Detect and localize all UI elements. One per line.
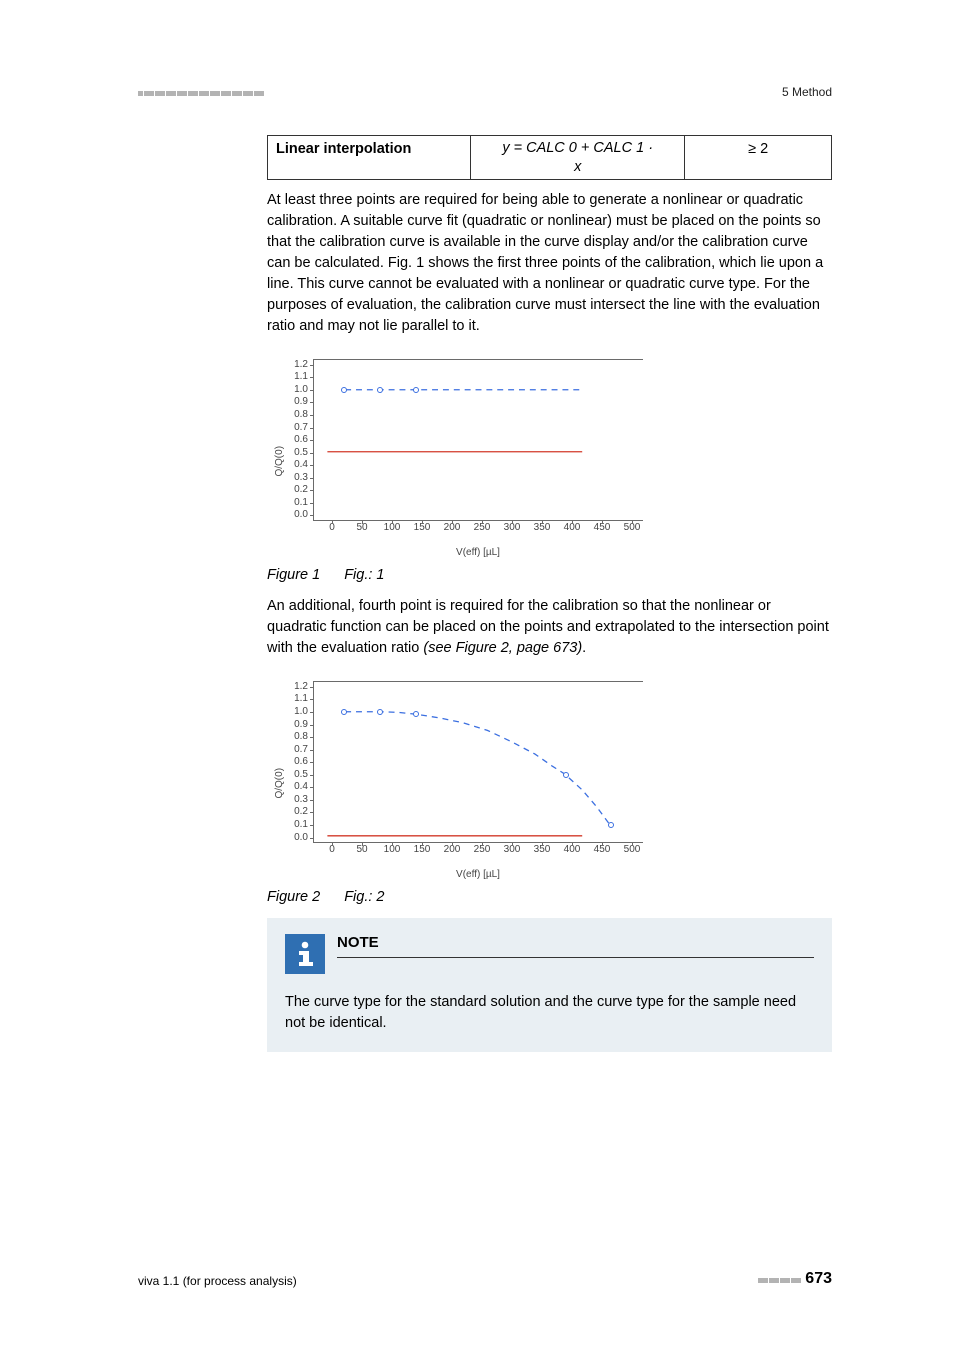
figure-2-xlabel: V(eff) [µL] (313, 868, 643, 883)
footer-decoration (758, 1272, 805, 1286)
figure-1-chart: Q/Q(0) 0.00.10.20.30.40.50.60.70.80.91.0… (267, 349, 665, 559)
info-icon (285, 934, 325, 974)
note-title: NOTE (337, 932, 814, 958)
footer-product: viva 1.1 (for process analysis) (138, 1273, 297, 1290)
note-body: The curve type for the standard solution… (285, 992, 814, 1034)
table-col-name: Linear interpolation (268, 136, 471, 179)
table-col-constraint: ≥ 2 (685, 136, 832, 179)
figure-2-caption: Figure 2Fig.: 2 (267, 887, 832, 908)
figure-2-chart: Q/Q(0) 0.00.10.20.30.40.50.60.70.80.91.0… (267, 671, 665, 881)
footer-page-number: 673 (805, 1270, 832, 1287)
paragraph-1: At least three points are required for b… (267, 190, 832, 337)
header-section: 5 Method (782, 84, 832, 101)
figure-1-caption: Figure 1Fig.: 1 (267, 565, 832, 586)
table-col-equation: y = CALC 0 + CALC 1 · x (471, 136, 685, 179)
equation-table: Linear interpolation y = CALC 0 + CALC 1… (267, 135, 832, 179)
figure-1-xlabel: V(eff) [µL] (313, 546, 643, 561)
header-decoration (138, 84, 265, 101)
note-box: NOTE The curve type for the standard sol… (267, 918, 832, 1052)
paragraph-2: An additional, fourth point is required … (267, 596, 832, 659)
